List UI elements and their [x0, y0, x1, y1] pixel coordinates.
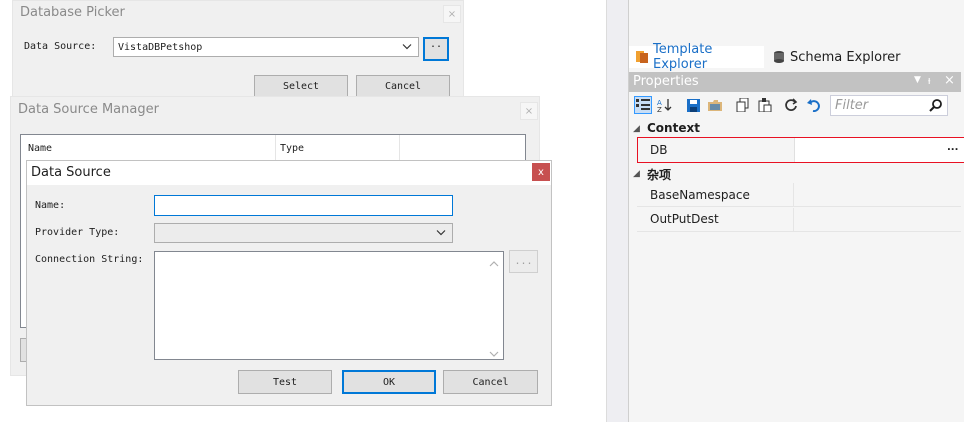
category-context[interactable]: Context	[647, 121, 700, 135]
template-icon	[635, 50, 649, 64]
property-row-db[interactable]: ...	[637, 137, 964, 163]
properties-header: Properties ▼ ᵼ ×	[629, 72, 961, 92]
dialog-cancel-button[interactable]: Cancel	[443, 370, 538, 394]
name-label: Name:	[35, 200, 66, 211]
datasource-label: Data Source:	[24, 41, 97, 52]
filter-input[interactable]: Filter	[830, 95, 948, 116]
property-value-cell[interactable]	[793, 183, 961, 207]
svg-text:Z: Z	[657, 106, 662, 112]
connection-ellipsis-button[interactable]: ...	[509, 250, 538, 273]
connection-string-textarea[interactable]	[154, 251, 504, 360]
property-grid	[629, 119, 961, 422]
categorized-icon[interactable]	[634, 96, 652, 114]
tab-template-explorer[interactable]: Template Explorer	[629, 42, 764, 72]
filter-placeholder: Filter	[835, 98, 869, 113]
datasource-browse-button[interactable]: ..	[423, 37, 449, 61]
provider-type-label: Provider Type:	[35, 227, 120, 238]
datasource-manager-close-button[interactable]: ×	[520, 102, 538, 120]
database-picker-title: Database Picker	[20, 5, 125, 20]
property-value-cell[interactable]: ...	[794, 138, 964, 162]
provider-type-select[interactable]	[154, 223, 453, 243]
category-expand-icon[interactable]: ◢	[633, 124, 640, 134]
name-input[interactable]	[154, 195, 453, 216]
dropdown-icon[interactable]: ▼	[914, 75, 921, 85]
property-name-outputdest: OutPutDest	[650, 212, 719, 226]
save-icon[interactable]	[684, 96, 702, 114]
chevron-down-icon	[436, 228, 446, 239]
scroll-up-icon[interactable]	[489, 256, 499, 270]
tab-schema-explorer[interactable]: Schema Explorer	[766, 46, 906, 68]
property-name-db: DB	[650, 143, 668, 157]
open-folder-icon[interactable]	[706, 96, 724, 114]
test-button[interactable]: Test	[238, 370, 332, 394]
tab-schema-explorer-label: Schema Explorer	[790, 49, 901, 65]
search-icon[interactable]	[929, 98, 943, 115]
undo-icon[interactable]	[804, 96, 822, 114]
datasource-select-value: VistaDBPetshop	[118, 41, 203, 53]
ellipsis-button[interactable]: ...	[947, 142, 958, 153]
properties-title: Properties	[633, 74, 699, 89]
panel-gutter	[606, 0, 628, 422]
alphabetical-icon[interactable]: AZ	[656, 96, 674, 114]
close-icon[interactable]: ×	[944, 73, 955, 88]
connection-string-label: Connection String:	[35, 254, 144, 265]
database-icon	[772, 50, 786, 64]
category-misc[interactable]: 杂项	[647, 166, 671, 183]
datasource-dialog-title: Data Source	[31, 165, 111, 180]
property-name-basenamespace: BaseNamespace	[650, 188, 750, 202]
picker-cancel-button[interactable]: Cancel	[356, 75, 450, 97]
ok-button[interactable]: OK	[342, 370, 436, 394]
column-header-type[interactable]: Type	[276, 135, 400, 161]
category-expand-icon[interactable]: ◢	[633, 169, 640, 179]
textarea-scrollbar[interactable]	[486, 252, 503, 359]
tab-template-explorer-label: Template Explorer	[653, 42, 713, 72]
copy-icon[interactable]	[733, 96, 751, 114]
select-button[interactable]: Select	[254, 75, 348, 97]
refresh-icon[interactable]	[782, 96, 800, 114]
database-picker-close-button[interactable]: ×	[443, 5, 461, 23]
pin-icon[interactable]: ᵼ	[928, 74, 930, 87]
datasource-manager-title: Data Source Manager	[18, 102, 159, 117]
datasource-dialog-close-button[interactable]: x	[532, 163, 550, 181]
column-header-name[interactable]: Name	[21, 135, 276, 161]
paste-icon[interactable]	[756, 96, 774, 114]
scroll-down-icon[interactable]	[489, 346, 499, 360]
property-value-cell[interactable]	[793, 208, 961, 232]
chevron-down-icon	[402, 42, 412, 53]
datasource-select[interactable]: VistaDBPetshop	[113, 37, 419, 57]
